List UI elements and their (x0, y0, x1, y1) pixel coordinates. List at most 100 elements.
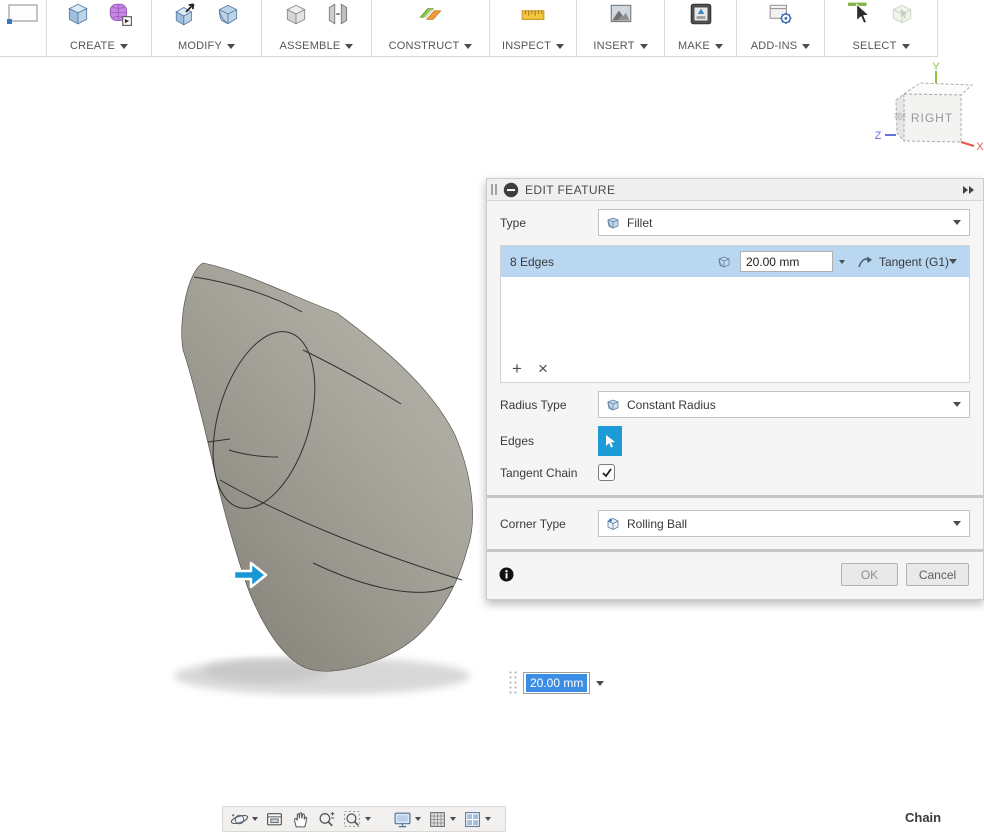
collapse-dialog-icon[interactable] (503, 182, 519, 198)
chevron-down-icon (901, 43, 910, 49)
add-edge-set-button[interactable]: + (512, 360, 522, 377)
fillet-icon (718, 256, 730, 267)
dimension-dropdown-button[interactable] (590, 672, 610, 694)
constant-radius-icon (607, 399, 619, 410)
press-pull-icon[interactable] (173, 1, 199, 27)
type-value: Fillet (627, 215, 653, 230)
radius-input[interactable] (739, 251, 833, 272)
toolbar-group-label: MAKE (678, 40, 710, 52)
print-3d-icon[interactable] (688, 1, 714, 27)
chevron-down-icon (596, 680, 605, 686)
zoom-icon (319, 811, 335, 826)
toolbar-group-addins: ADD-INS (737, 0, 825, 56)
orbit-icon (230, 813, 249, 824)
chevron-down-icon (556, 43, 565, 49)
grid-settings-button[interactable] (428, 810, 456, 829)
new-component-icon[interactable] (283, 1, 309, 27)
continuity-dropdown-icon[interactable] (949, 259, 957, 264)
chevron-down-icon (714, 43, 723, 49)
joint-icon[interactable] (325, 1, 351, 27)
tangent-chain-checkbox[interactable] (598, 464, 615, 481)
zoom-button[interactable] (317, 810, 336, 829)
select-cursor-icon[interactable] (847, 1, 873, 27)
insert-image-icon[interactable] (608, 1, 634, 27)
y-axis-label: Y (932, 62, 940, 73)
scripts-addins-icon[interactable] (768, 1, 794, 27)
toolbar-group-sketch (0, 0, 47, 56)
toolbar-group-make: MAKE (665, 0, 737, 56)
fillet-icon (607, 217, 619, 228)
viewcube-top-face[interactable] (902, 82, 974, 96)
edge-set-actions: + × (501, 355, 969, 382)
ok-button[interactable]: OK (841, 563, 898, 586)
chevron-down-icon (365, 817, 371, 821)
toolbar-group-modify: MODIFY (152, 0, 262, 56)
pan-hand-icon (294, 811, 308, 827)
viewports-icon (465, 811, 480, 827)
zoom-window-button[interactable] (343, 810, 371, 829)
edge-count: 8 Edges (510, 254, 555, 269)
viewports-button[interactable] (463, 810, 491, 829)
orbit-button[interactable] (230, 810, 258, 829)
tangent-g1-icon (858, 256, 872, 267)
cancel-button[interactable]: Cancel (906, 563, 969, 586)
toolbar-group-label: INSPECT (501, 40, 552, 52)
edges-row: Edges (500, 426, 970, 456)
fillet-box-icon[interactable] (215, 1, 241, 27)
chevron-down-icon (953, 521, 961, 526)
rolling-ball-icon (607, 517, 619, 530)
dimension-drag-grip[interactable] (508, 670, 518, 696)
form-sphere-icon[interactable] (107, 1, 133, 27)
grid-settings-icon (430, 811, 445, 827)
chevron-down-icon (415, 817, 421, 821)
type-label: Type (500, 215, 527, 230)
look-at-icon (267, 812, 282, 825)
edge-set-list-empty (501, 277, 969, 355)
sketch-rectangle-icon[interactable] (6, 1, 40, 27)
measure-icon[interactable] (520, 1, 546, 27)
solid-box-icon[interactable] (65, 1, 91, 27)
toolbar-group-label: MODIFY (178, 40, 222, 52)
display-settings-icon (394, 812, 411, 827)
z-axis-label: Z (875, 130, 882, 142)
display-settings-button[interactable] (393, 810, 421, 829)
toolbar-group-inspect: INSPECT (490, 0, 577, 56)
toolbar-group-label: CONSTRUCT (388, 40, 460, 52)
toolbar-group-label: ASSEMBLE (279, 40, 341, 52)
chevron-down-icon (345, 43, 354, 49)
viewcube[interactable]: RIGHT FRONT Y Z X (872, 62, 984, 166)
toolbar-group-label: INSERT (593, 40, 635, 52)
model-viewport (150, 250, 490, 705)
remove-edge-set-button[interactable]: × (538, 360, 548, 377)
construction-plane-icon[interactable] (418, 1, 444, 27)
radius-type-select[interactable]: Constant Radius (598, 391, 970, 418)
continuity-value: Tangent (G1) (878, 254, 949, 269)
fit-icon (344, 810, 360, 827)
drag-grip-icon[interactable] (491, 184, 497, 195)
chevron-down-icon (485, 817, 491, 821)
model-body[interactable] (181, 262, 473, 672)
radius-dropdown-icon[interactable] (838, 259, 845, 264)
expand-panel-icon[interactable] (962, 185, 976, 195)
radius-type-row: Radius Type Constant Radius (500, 391, 970, 418)
type-select[interactable]: Fillet (598, 209, 970, 236)
info-icon[interactable] (499, 567, 514, 582)
edge-set-row-selected[interactable]: 8 Edges Tangent (G1) (501, 246, 969, 277)
chevron-down-icon (802, 43, 811, 49)
toolbar-group-select: SELECT (825, 0, 938, 56)
edges-selection-button[interactable] (598, 426, 622, 456)
dimension-input[interactable]: 20.00 mm (523, 672, 591, 694)
toolbar-group-assemble: ASSEMBLE (262, 0, 372, 56)
corner-type-select[interactable]: Rolling Ball (598, 510, 970, 537)
checkmark-icon (601, 467, 612, 477)
chevron-down-icon (120, 43, 128, 49)
look-at-button[interactable] (265, 810, 284, 829)
navigation-bar (222, 806, 506, 832)
pan-button[interactable] (291, 810, 310, 829)
x-axis-label: X (976, 141, 984, 153)
window-select-icon[interactable] (889, 1, 915, 27)
radius-type-value: Constant Radius (627, 397, 716, 412)
edit-feature-dialog: EDIT FEATURE Type Fillet 8 Edges 20.00 m… (486, 178, 984, 600)
edges-label: Edges (500, 434, 535, 448)
chevron-down-icon (953, 402, 961, 407)
